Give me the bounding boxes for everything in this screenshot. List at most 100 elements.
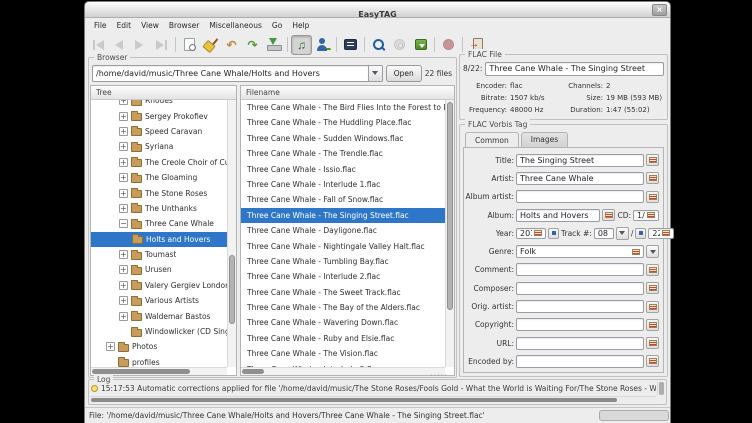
menu-browser[interactable]: Browser <box>164 18 204 33</box>
tree-item[interactable]: +The Unthanks <box>91 201 227 216</box>
comment-field[interactable] <box>516 263 644 276</box>
expand-icon[interactable]: + <box>119 112 128 121</box>
file-list-item[interactable]: Three Cane Whale - Issio.flac <box>241 162 445 177</box>
menu-miscellaneous[interactable]: Miscellaneous <box>204 18 267 33</box>
cddb-search-button[interactable] <box>410 35 431 55</box>
apply-encoded-by-to-selection-button[interactable] <box>646 355 659 367</box>
file-list-item[interactable]: Three Cane Whale - Tumbling Bay.flac <box>241 254 445 269</box>
expand-icon[interactable]: + <box>119 158 128 167</box>
tree-item[interactable]: +The Creole Choir of Cuba <box>91 155 227 170</box>
path-dropdown-button[interactable] <box>368 65 383 82</box>
filename-input[interactable]: Three Cane Whale - The Singing Street <box>485 62 664 76</box>
expand-icon[interactable]: + <box>119 204 128 213</box>
filename-column-header[interactable]: Filename <box>241 86 454 100</box>
cd-search-button[interactable] <box>389 35 410 55</box>
remove-tags-button[interactable] <box>200 35 221 55</box>
count-tracks-button[interactable] <box>635 228 646 239</box>
expand-icon[interactable]: + <box>119 250 128 259</box>
expand-icon[interactable]: + <box>119 265 128 274</box>
apply-artist-to-selection-button[interactable] <box>646 172 659 184</box>
titlebar[interactable]: EasyTAG × <box>85 2 670 18</box>
artist-field[interactable]: Three Cane Whale <box>516 172 644 185</box>
expand-icon[interactable]: + <box>119 100 128 105</box>
tree-column-header[interactable]: Tree <box>91 86 236 100</box>
apply-album-to-selection-button[interactable] <box>602 209 615 221</box>
log-hscroll-thumb[interactable] <box>91 398 617 402</box>
track-total-field[interactable]: 22 <box>648 228 674 239</box>
album-field[interactable]: Holts and Hovers <box>516 209 600 222</box>
file-list-item[interactable]: Three Cane Whale - Wavering Down.flac <box>241 315 445 330</box>
menu-file[interactable]: File <box>89 18 112 33</box>
expand-icon[interactable]: + <box>119 189 128 198</box>
path-input[interactable]: /home/david/music/Three Cane Whale/Holts… <box>92 65 368 82</box>
apply-url-to-selection-button[interactable] <box>646 337 659 349</box>
file-list-item[interactable]: Three Cane Whale - The Huddling Place.fl… <box>241 115 445 130</box>
tab-common[interactable]: Common <box>465 132 519 147</box>
file-list-item[interactable]: Three Cane Whale - Fall of Snow.flac <box>241 192 445 207</box>
tree-item[interactable]: +Toumast <box>91 247 227 262</box>
file-list-item[interactable]: Three Cane Whale - The Vision.flac <box>241 346 445 361</box>
cd-field[interactable]: 1/1 <box>633 210 659 221</box>
apply-orig-artist-to-selection-button[interactable] <box>646 301 659 313</box>
log-vertical-scrollbar[interactable] <box>657 382 665 395</box>
track-field[interactable]: 08 <box>594 228 614 239</box>
log-vscroll-thumb[interactable] <box>659 382 664 395</box>
open-button[interactable]: Open <box>386 65 422 82</box>
tree-vertical-scrollbar[interactable] <box>227 100 236 367</box>
tree-item[interactable]: +Rhodes <box>91 100 227 108</box>
tree-item[interactable]: +Sergey Prokofiev <box>91 108 227 123</box>
stop-button[interactable] <box>438 35 459 55</box>
file-list-item[interactable]: Three Cane Whale - Interlude 2.flac <box>241 269 445 284</box>
tree-item[interactable]: +Waldemar Bastos <box>91 308 227 323</box>
tree-item[interactable]: +Speed Caravan <box>91 124 227 139</box>
year-field[interactable]: 2012 <box>516 228 546 239</box>
tree-item[interactable]: Holts and Hovers <box>91 232 227 247</box>
tree-item[interactable]: +The Gloaming <box>91 170 227 185</box>
file-list-item[interactable]: Three Cane Whale - The Trendle.flac <box>241 146 445 161</box>
select-all-button[interactable] <box>340 35 361 55</box>
album-artist-field[interactable] <box>516 190 644 203</box>
file-list-item[interactable]: Three Cane Whale - The Bird Flies Into t… <box>241 100 445 115</box>
file-list-item[interactable]: Three Cane Whale - Interlude 1.flac <box>241 177 445 192</box>
artist-album-view-button[interactable] <box>312 35 333 55</box>
save-files-button[interactable] <box>263 35 284 55</box>
url-field[interactable] <box>516 337 644 350</box>
menu-go[interactable]: Go <box>267 18 287 33</box>
tree-item[interactable]: +Valery Gergiev London Symp <box>91 278 227 293</box>
log-horizontal-scrollbar[interactable] <box>90 396 656 403</box>
undo-button[interactable] <box>221 35 242 55</box>
redo-button[interactable] <box>242 35 263 55</box>
orig-artist-field[interactable] <box>516 300 644 313</box>
find-files-button[interactable] <box>368 35 389 55</box>
menu-view[interactable]: View <box>136 18 164 33</box>
tree-item[interactable]: +The Stone Roses <box>91 185 227 200</box>
expand-icon[interactable]: + <box>119 281 128 290</box>
apply-copyright-to-selection-button[interactable] <box>646 319 659 331</box>
expand-icon[interactable]: + <box>106 342 115 351</box>
apply-album-artist-to-selection-button[interactable] <box>646 191 659 203</box>
tree-view-button[interactable] <box>291 35 312 55</box>
file-list-item[interactable]: Three Cane Whale - The Sweet Track.flac <box>241 285 445 300</box>
tree-item[interactable]: +Photos <box>91 339 227 354</box>
file-vertical-scrollbar[interactable] <box>445 100 454 367</box>
track-dropdown-button[interactable] <box>616 227 629 240</box>
menu-help[interactable]: Help <box>287 18 314 33</box>
genre-field[interactable]: Folk <box>516 245 644 258</box>
tab-images[interactable]: Images <box>521 132 568 147</box>
expand-icon[interactable]: + <box>119 296 128 305</box>
expand-icon[interactable]: + <box>119 173 128 182</box>
go-last-button[interactable] <box>151 35 172 55</box>
file-hscroll-thumb[interactable] <box>242 369 264 374</box>
title-field[interactable]: The Singing Street <box>516 154 644 167</box>
tree-vscroll-thumb[interactable] <box>229 255 235 324</box>
copyright-field[interactable] <box>516 318 644 331</box>
apply-composer-to-selection-button[interactable] <box>646 282 659 294</box>
tree-item[interactable]: +Various Artists <box>91 293 227 308</box>
apply-title-to-selection-button[interactable] <box>646 154 659 166</box>
file-list-item[interactable]: Three Cane Whale - Sudden Windows.flac <box>241 131 445 146</box>
tree-item[interactable]: Windowlicker (CD Single) <box>91 324 227 339</box>
tree-item[interactable]: −Three Cane Whale <box>91 216 227 231</box>
file-list-item[interactable]: Three Cane Whale - The Singing Street.fl… <box>241 208 445 223</box>
genre-dropdown-button[interactable] <box>646 245 659 258</box>
tree-item[interactable]: +Syriana <box>91 139 227 154</box>
